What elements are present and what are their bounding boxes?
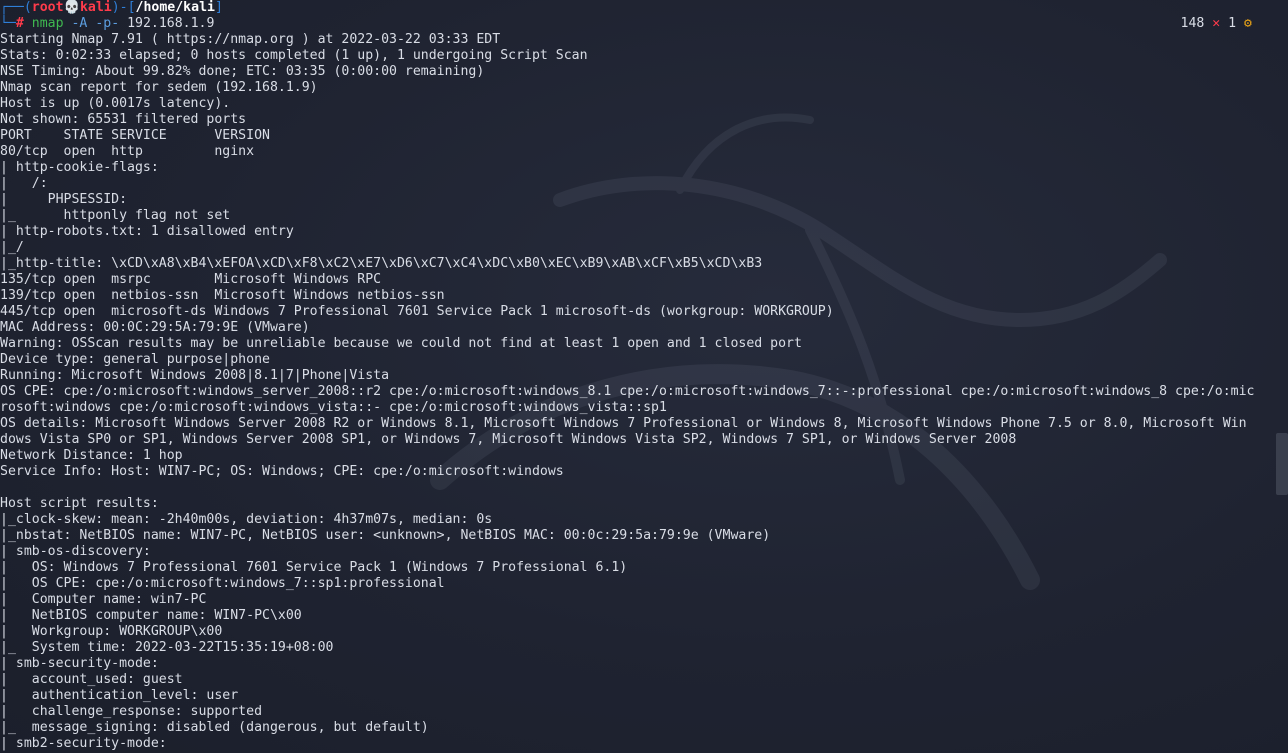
prompt-host: kali	[79, 0, 112, 15]
output-line: Host is up (0.0017s latency).	[0, 96, 231, 111]
terminal-output: Starting Nmap 7.91 ( https://nmap.org ) …	[0, 32, 1270, 752]
output-line: OS CPE: cpe:/o:microsoft:windows_server_…	[0, 384, 1255, 399]
output-line: Stats: 0:02:33 elapsed; 0 hosts complete…	[0, 48, 588, 63]
prompt-frame-end: ]	[214, 0, 223, 15]
prompt-line-command[interactable]: └─# nmap -A -p- 192.168.1.9	[0, 16, 1288, 32]
shell-prompt: ┌──(root💀kali)-[/home/kali] └─# nmap -A …	[0, 0, 1288, 32]
output-line: Service Info: Host: WIN7-PC; OS: Windows…	[0, 464, 564, 479]
command-name: nmap	[31, 16, 64, 31]
output-line: | Workgroup: WORKGROUP\x00	[0, 624, 223, 639]
output-line: MAC Address: 00:0C:29:5A:79:9E (VMware)	[0, 320, 310, 335]
output-line: Device type: general purpose|phone	[0, 352, 270, 367]
terminal-window[interactable]: ┌──(root💀kali)-[/home/kali] └─# nmap -A …	[0, 0, 1288, 753]
output-line: | NetBIOS computer name: WIN7-PC\x00	[0, 608, 302, 623]
output-line: | http-cookie-flags:	[0, 160, 159, 175]
prompt-frame-bottom: └─	[0, 16, 16, 31]
output-line: dows Vista SP0 or SP1, Windows Server 20…	[0, 432, 1017, 447]
prompt-path: /home/kali	[135, 0, 215, 15]
elapsed-count: 148	[1180, 16, 1205, 31]
prompt-hash: #	[15, 16, 32, 31]
output-line: rosoft:windows cpe:/o:microsoft:windows_…	[0, 400, 667, 415]
output-line: PORT STATE SERVICE VERSION	[0, 128, 270, 143]
output-line: |_ httponly flag not set	[0, 208, 231, 223]
output-line: |_ System time: 2022-03-22T15:35:19+08:0…	[0, 640, 334, 655]
skull-icon: 💀	[63, 0, 80, 15]
prompt-right-status: 148 ✕ 1 ⚙	[1181, 16, 1253, 32]
prompt-frame: ┌──(	[0, 0, 32, 15]
output-line: | authentication_level: user	[0, 688, 239, 703]
output-line: | smb2-security-mode:	[0, 736, 167, 751]
output-line: | smb-os-discovery:	[0, 544, 151, 559]
output-line: | account_used: guest	[0, 672, 183, 687]
output-line: OS details: Microsoft Windows Server 200…	[0, 416, 1247, 431]
output-line: |_clock-skew: mean: -2h40m00s, deviation…	[0, 512, 493, 527]
output-line: NSE Timing: About 99.82% done; ETC: 03:3…	[0, 64, 485, 79]
output-line: Warning: OSScan results may be unreliabl…	[0, 336, 802, 351]
command-flag-aggressive: -A	[63, 16, 88, 31]
output-line: Network Distance: 1 hop	[0, 448, 183, 463]
output-line: 135/tcp open msrpc Microsoft Windows RPC	[0, 272, 382, 287]
error-x-icon: ✕	[1204, 16, 1221, 31]
output-line: | PHPSESSID:	[0, 192, 128, 207]
output-line: 139/tcp open netbios-ssn Microsoft Windo…	[0, 288, 445, 303]
output-line: 80/tcp open http nginx	[0, 144, 255, 159]
output-line: Starting Nmap 7.91 ( https://nmap.org ) …	[0, 32, 501, 47]
output-line: Not shown: 65531 filtered ports	[0, 112, 247, 127]
output-line: |_/	[0, 240, 24, 255]
scrollbar[interactable]	[1276, 0, 1288, 753]
command-flag-ports: -p-	[87, 16, 120, 31]
output-line: | Computer name: win7-PC	[0, 592, 207, 607]
output-line: 445/tcp open microsoft-ds Windows 7 Prof…	[0, 304, 834, 319]
scrollbar-thumb[interactable]	[1276, 433, 1288, 495]
command-target: 192.168.1.9	[119, 16, 215, 31]
output-line: |_ message_signing: disabled (dangerous,…	[0, 720, 429, 735]
output-line: |_http-title: \xCD\xA8\xB4\xEFOA\xCD\xF8…	[0, 256, 763, 271]
output-line: | OS: Windows 7 Professional 7601 Servic…	[0, 560, 628, 575]
prompt-frame-mid: )-[	[111, 0, 136, 15]
output-line: Host script results:	[0, 496, 159, 511]
prompt-line-top: ┌──(root💀kali)-[/home/kali]	[0, 0, 1288, 16]
output-line: Nmap scan report for sedem (192.168.1.9)	[0, 80, 318, 95]
output-line: |_nbstat: NetBIOS name: WIN7-PC, NetBIOS…	[0, 528, 771, 543]
output-line: Running: Microsoft Windows 2008|8.1|7|Ph…	[0, 368, 390, 383]
prompt-user: root	[31, 0, 64, 15]
output-line: | OS CPE: cpe:/o:microsoft:windows_7::sp…	[0, 576, 445, 591]
output-line: | smb-security-mode:	[0, 656, 159, 671]
output-line: | /:	[0, 176, 48, 191]
error-count: 1	[1220, 16, 1237, 31]
gear-icon: ⚙	[1236, 16, 1252, 31]
output-line: | challenge_response: supported	[0, 704, 263, 719]
output-line: | http-robots.txt: 1 disallowed entry	[0, 224, 294, 239]
